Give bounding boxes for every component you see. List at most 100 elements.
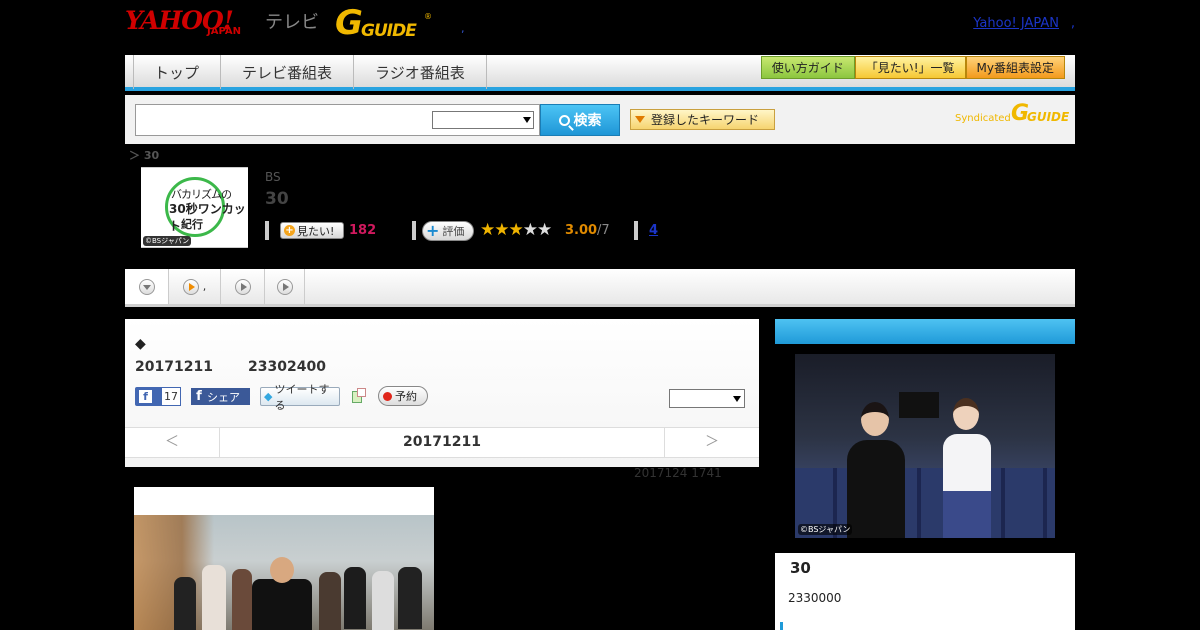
site-header: YAHOO! JAPAN テレビ G GUIDE ® , Yahoo! JAPA… [125,0,1075,55]
play-icon [234,278,251,295]
side-photo[interactable]: ©BSジャパン [795,354,1055,538]
yahoo-japan-link[interactable]: Yahoo! JAPAN [973,16,1059,31]
program-image-text-3: 紀行 [181,218,203,231]
nav-tab-tv-listings[interactable]: テレビ番組表 [221,55,355,89]
registered-keywords-label: 登録したキーワード [651,113,760,127]
side-program-title[interactable]: 30 [790,559,811,577]
reviews-link[interactable]: 4 [649,223,658,238]
tweet-button[interactable]: ◆ ツイートする [260,383,340,412]
star-empty-icon: ★ [537,220,552,240]
thumbnail-person-head [270,557,294,583]
rate-button[interactable]: + 評価 [422,221,474,241]
star-filled-icon: ★ [494,220,509,240]
thumbnail-person-center [252,579,312,630]
current-date: 20171211 [403,434,481,450]
reserve-button[interactable]: 予約 [378,386,428,406]
nav-buttons: 使い方ガイド 「見たい!」一覧 My番組表設定 [760,56,1065,79]
side-marker [780,622,783,630]
bookmark-icon-part [357,388,366,397]
side-photo-frame: ©BSジャパン [775,344,1075,553]
side-panel: ©BSジャパン 30 2330000 [775,319,1075,630]
registered-keywords-button[interactable]: 登録したキーワード [630,109,775,130]
subtab-4[interactable] [265,269,305,304]
header-separator: , [461,22,465,35]
side-panel-header [775,319,1075,344]
chevron-down-icon [523,117,531,123]
nav-tab-radio-listings[interactable]: ラジオ番組表 [354,55,487,89]
global-nav: トップ テレビ番組表 ラジオ番組表 使い方ガイド 「見たい!」一覧 My番組表設… [125,55,1075,91]
photo-woman [943,434,991,538]
search-icon [558,114,570,126]
star-filled-icon: ★ [480,220,495,240]
broadcast-date: 20171211 [135,359,213,375]
search-button[interactable]: 検索 [540,104,620,136]
tweet-label: ツイートする [274,382,330,412]
search-category-select[interactable] [432,111,534,129]
broadcast-time: 23302400 [248,359,326,375]
broadcast-select[interactable] [669,389,745,408]
thumbnail-person [174,577,196,630]
stat-divider [412,221,416,240]
program-title: 30 [265,189,289,209]
rating-stars: ★★★★★ [480,220,552,240]
rating-count: /7 [597,223,610,238]
twitter-bird-icon: ◆ [264,390,273,403]
syndicated-g-guide-logo: Syndicated G GUIDE [955,101,1069,127]
guide-button[interactable]: 使い方ガイド [760,56,855,79]
star-empty-icon: ★ [522,220,538,240]
subtab-3[interactable] [221,269,265,304]
chevron-down-icon [138,278,155,295]
plus-icon: + [426,221,440,240]
want-to-watch-label: 見たい! [297,224,335,238]
date-navigation: ＜ 20171211 ＞ [125,427,759,458]
breadcrumb: ＞ 30 [129,149,160,162]
program-channel: BS [265,170,281,184]
reserve-label: 予約 [395,390,417,403]
yahoo-japan-logo-text: JAPAN [207,26,241,37]
bookmark-icon[interactable] [351,388,367,404]
g-guide-logo-g: G [335,3,363,43]
registered-mark: ® [424,12,432,21]
triangle-down-icon [635,116,645,123]
thumbnail-person [398,567,422,629]
photo-woman-head [953,398,979,430]
facebook-share-button[interactable]: f シェア [191,388,250,405]
g-guide-logo[interactable]: G GUIDE ® [335,3,432,43]
broadcast-info-panel: ◆ 20171211 23302400 f 17 f シェア ◆ ツイートする … [125,319,759,467]
nav-tab-top[interactable]: トップ [134,55,222,89]
photo-man-head [861,402,889,436]
rating-score: 3.00 [565,223,598,238]
rate-button-label: 評価 [442,225,465,238]
last-updated: 2017124 1741 [634,466,722,480]
prev-day-button[interactable]: ＜ [125,428,220,457]
photo-man [847,440,905,538]
nav-tabs: トップ テレビ番組表 ラジオ番組表 [133,55,487,89]
search-button-label: 検索 [573,113,602,129]
tv-logo-text[interactable]: テレビ [265,8,319,34]
side-program-time: 2330000 [788,591,842,605]
facebook-share-label: シェア [207,390,240,404]
next-day-button[interactable]: ＞ [664,428,759,457]
facebook-like-count: 17 [161,387,181,406]
program-image-copyright: ©BSジャパン [143,236,192,246]
want-to-watch-list-button[interactable]: 「見たい!」一覧 [854,56,966,79]
g-guide-logo-text: GUIDE [361,21,417,41]
subtab-2-label: , [202,280,207,293]
thumbnail-person [232,569,252,630]
subtab-2[interactable]: , [169,269,221,304]
chevron-down-icon [733,396,741,402]
my-listings-settings-button[interactable]: My番組表設定 [965,56,1065,79]
want-to-watch-button[interactable]: + 見たい! [280,222,344,239]
subtab-1[interactable] [125,269,169,304]
syndicated-label: Syndicated [955,113,1011,124]
play-icon [276,278,293,295]
play-icon [182,278,199,295]
star-filled-icon: ★ [508,220,524,240]
program-image: バカリズムの 30秒ワンカット 紀行 ©BSジャパン [141,167,248,248]
thumbnail-person [372,571,394,630]
record-dot-icon [383,391,392,401]
plus-icon: + [284,225,295,236]
thumbnail-person [344,567,366,629]
photo-copyright: ©BSジャパン [798,524,853,535]
thumbnail-person [202,565,226,630]
